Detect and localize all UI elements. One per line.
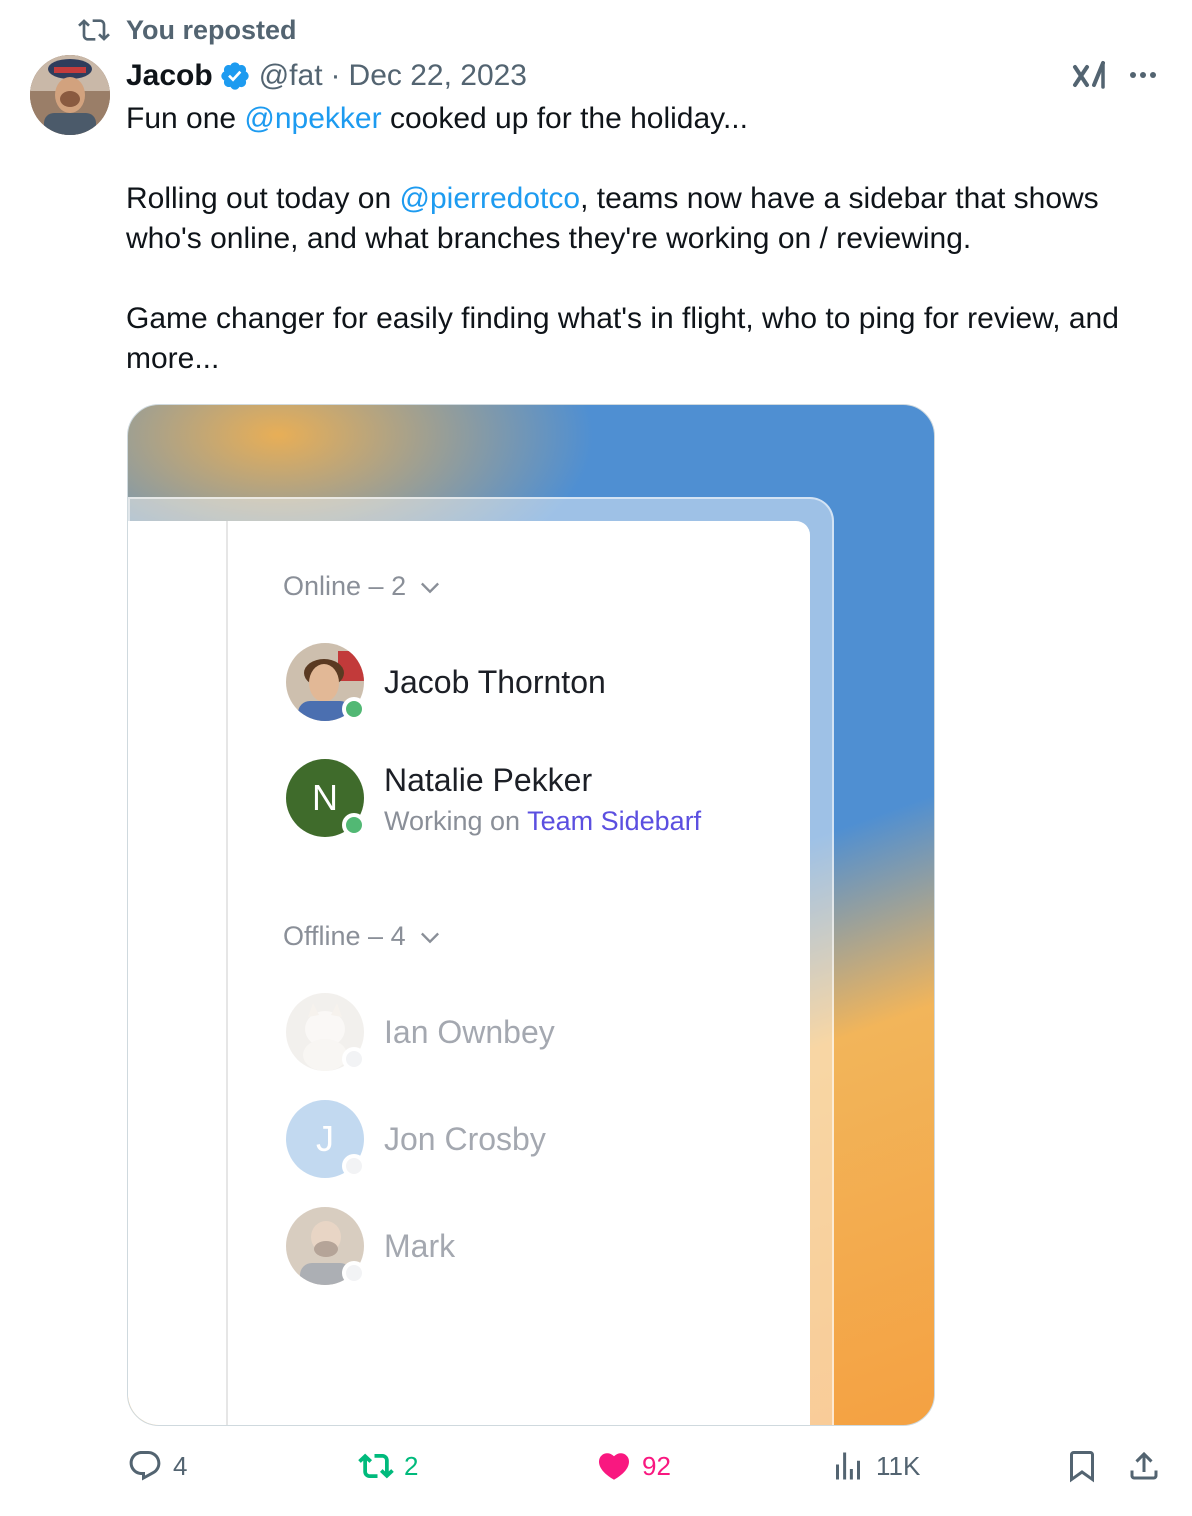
chevron-down-icon [421, 582, 440, 593]
user-name: Jacob Thornton [384, 664, 606, 700]
repost-banner[interactable]: You reposted [78, 14, 297, 46]
chevron-down-icon [420, 932, 439, 943]
user-name: Natalie Pekker [384, 761, 593, 798]
avatar [286, 1207, 366, 1285]
tweet-date[interactable]: Dec 22, 2023 [349, 59, 527, 93]
views-button[interactable]: 11K [830, 1448, 920, 1484]
text-segment: cooked up for the holiday... [381, 102, 748, 135]
offline-user-mark: Mark [286, 1207, 455, 1285]
offline-status-dot [342, 1047, 366, 1071]
avatar: N [286, 759, 366, 837]
tweet-paragraph-3: Game changer for easily finding what's i… [126, 302, 1119, 375]
offline-status-dot [342, 1261, 366, 1285]
views-icon [836, 1452, 860, 1480]
like-button[interactable]: 92 [596, 1448, 671, 1484]
verified-icon[interactable] [219, 60, 251, 92]
text-segment: Fun one [126, 102, 245, 135]
share-button[interactable] [1126, 1448, 1162, 1484]
mention-pierredotco[interactable]: @pierredotco [400, 182, 581, 215]
online-section-header: Online – 2 [283, 571, 444, 602]
avatar: J [286, 1100, 366, 1178]
tweet-paragraph-2: Rolling out today on @pierredotco, teams… [126, 179, 1166, 259]
online-status-dot [342, 813, 366, 837]
reply-icon [129, 1451, 161, 1481]
online-status-dot [342, 697, 366, 721]
repost-icon [78, 19, 110, 41]
action-bar: 4 2 92 11K [0, 1448, 1192, 1496]
activity-prefix: Working on [384, 805, 528, 836]
repost-icon [358, 1453, 394, 1479]
repost-count: 2 [404, 1450, 419, 1481]
bookmark-icon [1070, 1451, 1094, 1483]
online-user-jacob-thornton: Jacob Thornton [286, 643, 606, 721]
author-handle[interactable]: @fat [259, 59, 323, 93]
online-user-natalie-pekker: N Natalie Pekker Working on Team Sidebar… [286, 759, 701, 837]
repost-button[interactable]: 2 [358, 1448, 418, 1484]
header-separator: · [330, 59, 341, 92]
heart-icon [598, 1453, 630, 1480]
repost-banner-text: You reposted [126, 14, 297, 45]
share-icon [1130, 1451, 1158, 1480]
avatar [286, 993, 366, 1071]
user-activity: Working on Team Sidebarf [384, 806, 701, 837]
author-avatar-image [30, 55, 110, 135]
offline-header-label: Offline – 4 [283, 921, 406, 951]
online-header-label: Online – 2 [283, 571, 407, 601]
reply-button[interactable]: 4 [127, 1448, 187, 1484]
author-name[interactable]: Jacob [126, 59, 213, 93]
grok-icon[interactable] [1070, 56, 1108, 94]
branch-name: Team Sidebarf [527, 805, 702, 836]
offline-status-dot [342, 1154, 366, 1178]
user-name: Jon Crosby [384, 1121, 546, 1157]
tweet-media[interactable]: Online – 2 Jacob Thornton N Natalie Pekk… [127, 404, 935, 1426]
offline-user-ian-ownbey: Ian Ownbey [286, 993, 555, 1071]
views-count: 11K [876, 1450, 921, 1481]
tweet-text: Fun one @npekker cooked up for the holid… [126, 99, 1166, 379]
avatar [286, 643, 366, 721]
text-segment: Rolling out today on [126, 182, 400, 215]
user-name: Mark [384, 1228, 456, 1264]
media-divider [226, 521, 228, 1425]
like-count: 92 [642, 1450, 671, 1481]
tweet-line-1: Fun one @npekker cooked up for the holid… [126, 99, 1166, 139]
tweet-header: Jacob @fat · Dec 22, 2023 [126, 54, 527, 98]
mention-npekker[interactable]: @npekker [244, 102, 381, 135]
user-name: Ian Ownbey [384, 1014, 555, 1050]
offline-user-jon-crosby: J Jon Crosby [286, 1100, 546, 1178]
reply-count: 4 [173, 1450, 188, 1481]
bookmark-button[interactable] [1064, 1448, 1100, 1484]
author-avatar[interactable] [30, 55, 110, 135]
offline-section-header: Offline – 4 [283, 921, 444, 952]
more-icon[interactable] [1126, 60, 1160, 90]
